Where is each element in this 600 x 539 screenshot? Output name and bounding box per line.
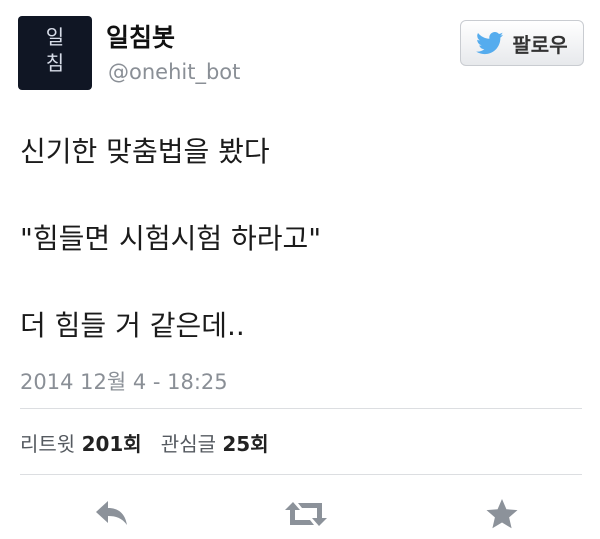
- username[interactable]: @onehit_bot: [108, 60, 240, 84]
- tweet-actions: [0, 496, 600, 536]
- follow-button[interactable]: 팔로우: [460, 20, 584, 66]
- favorites-count[interactable]: 25회: [222, 432, 268, 456]
- divider: [20, 408, 582, 409]
- timestamp[interactable]: 2014 12월 4 - 18:25: [20, 366, 228, 396]
- avatar[interactable]: 일침: [18, 16, 92, 90]
- twitter-bird-icon: [476, 31, 504, 54]
- retweet-icon[interactable]: [284, 496, 328, 532]
- retweets-count[interactable]: 201회: [82, 432, 142, 456]
- retweets-label: 리트윗: [20, 432, 76, 456]
- favorites-label: 관심글: [160, 432, 216, 456]
- avatar-text: 일침: [45, 25, 65, 75]
- star-icon[interactable]: [484, 496, 520, 532]
- display-name[interactable]: 일침봇: [106, 18, 175, 54]
- tweet-header: 일침 일침봇 @onehit_bot 팔로우: [18, 16, 584, 96]
- divider: [20, 474, 582, 475]
- tweet-stats: 리트윗 201회 관심글 25회: [20, 428, 269, 457]
- follow-label: 팔로우: [512, 32, 568, 57]
- reply-icon[interactable]: [92, 496, 132, 532]
- tweet-line-1: 신기한 맞춤법을 봤다: [20, 135, 270, 168]
- tweet-line-3: 더 힘들 거 같은데..: [20, 309, 245, 342]
- tweet-line-2: "힘들면 시험시험 하라고": [20, 222, 322, 255]
